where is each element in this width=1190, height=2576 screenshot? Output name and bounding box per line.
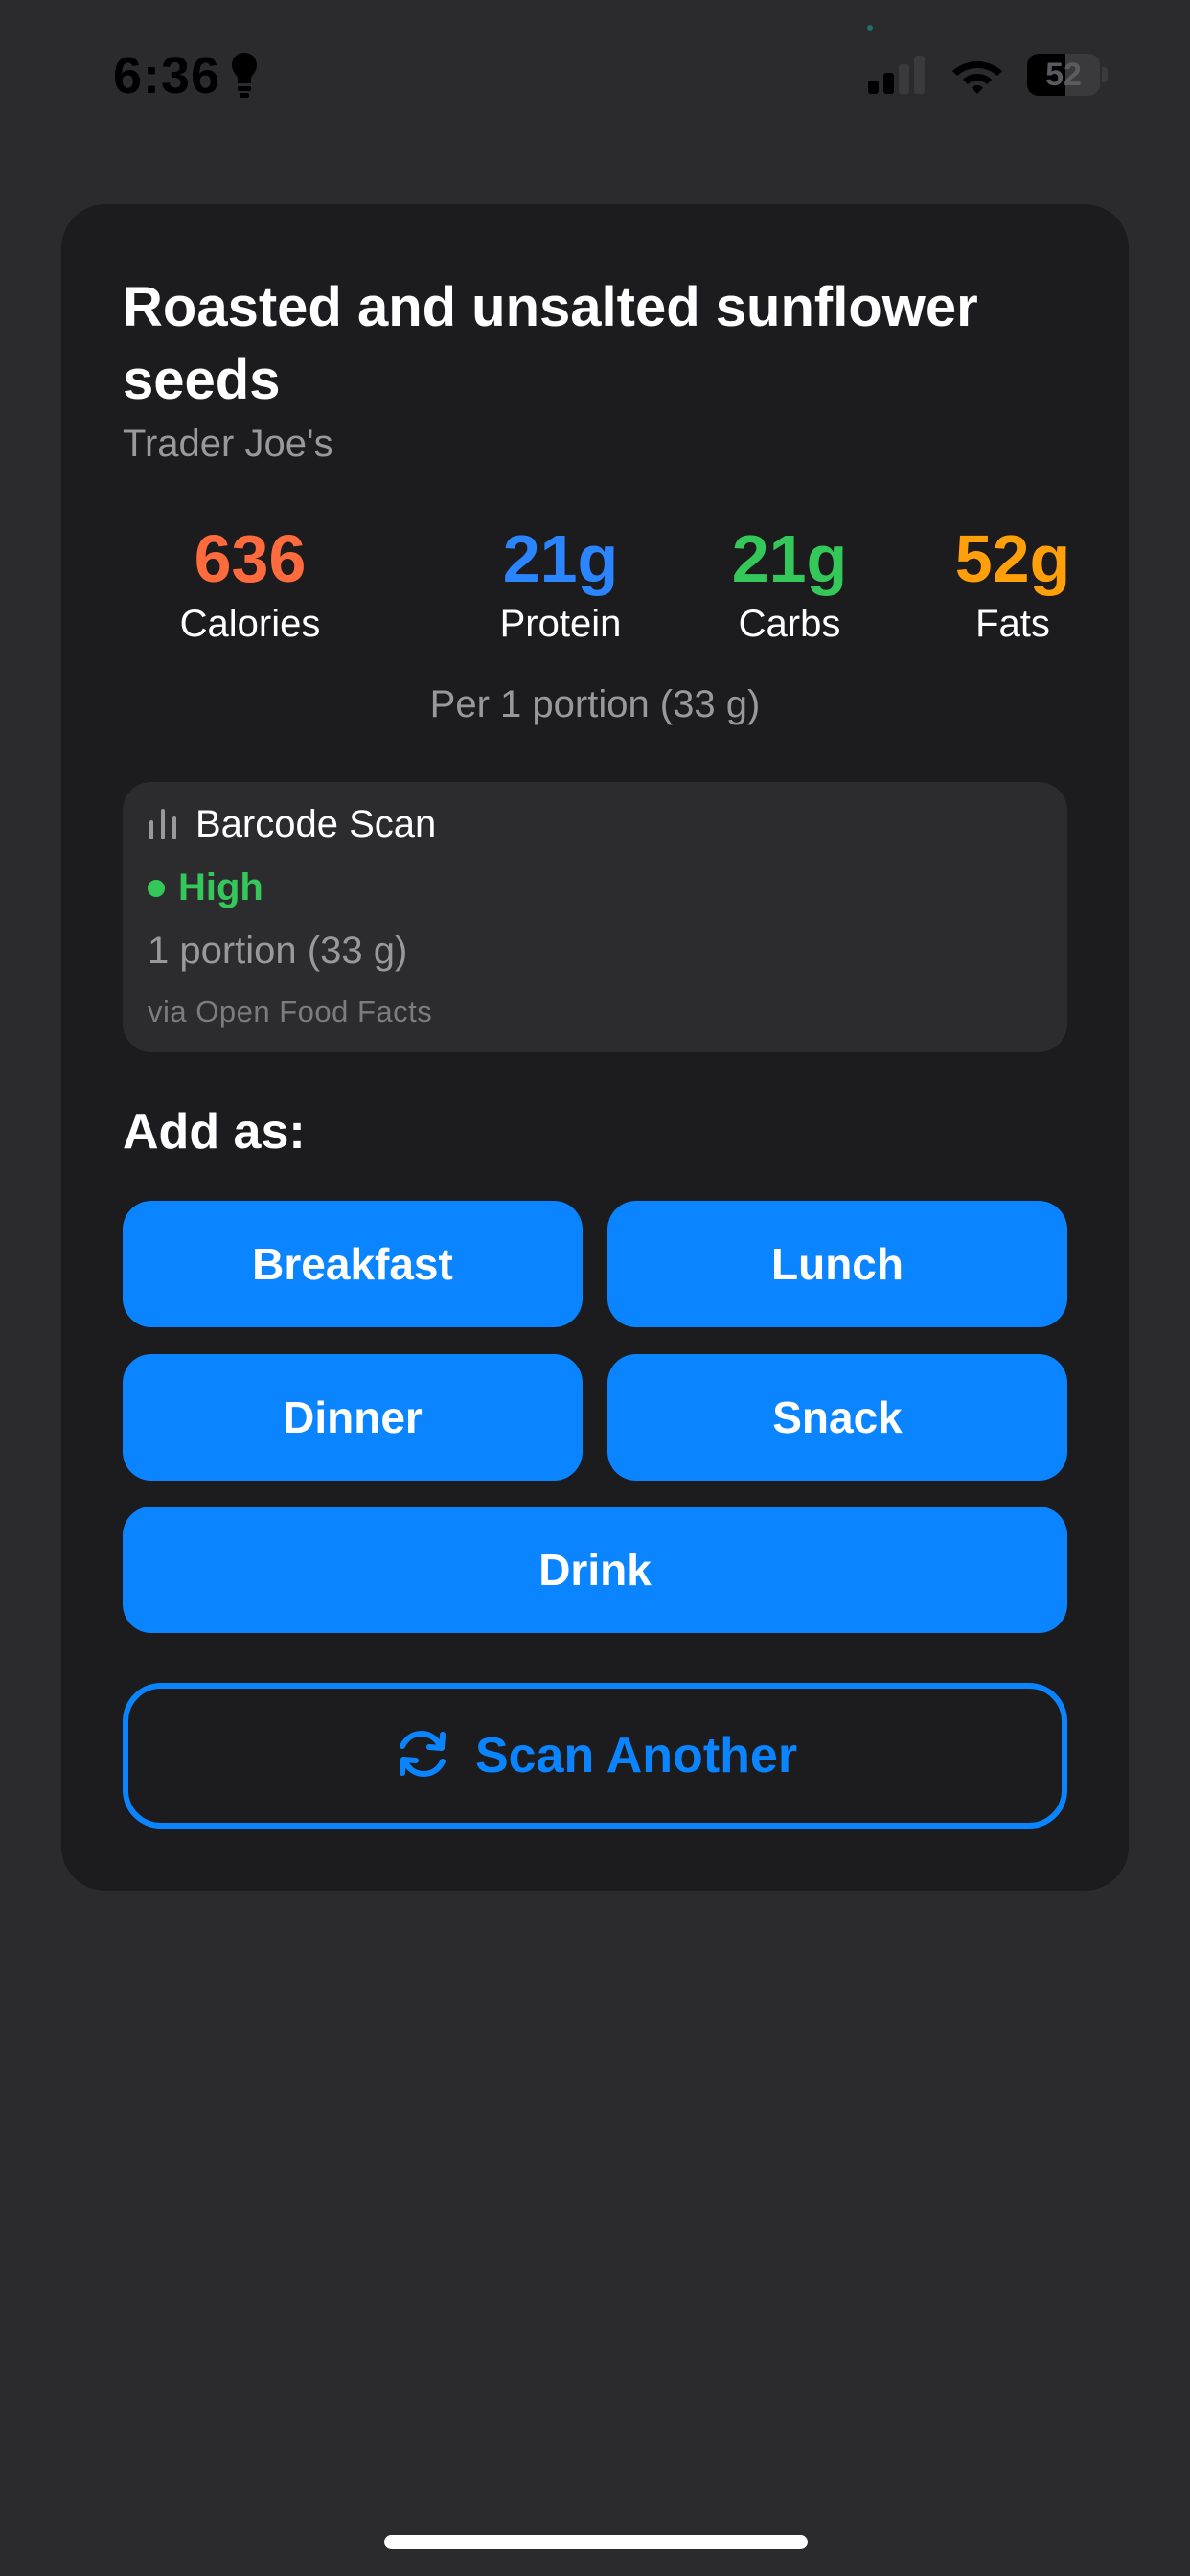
macro-protein-value: 21g — [502, 521, 619, 596]
status-icons: 52 — [868, 54, 1108, 96]
macro-fats-label: Fats — [975, 603, 1050, 645]
battery-cap — [1102, 67, 1108, 82]
status-time-text: 6:36 — [113, 47, 221, 104]
add-as-heading: Add as: — [123, 1104, 306, 1160]
macro-protein-label: Protein — [499, 603, 622, 645]
macro-carbs: 21g Carbs — [732, 520, 848, 651]
food-title: Roasted and unsalted sunflower seeds — [123, 276, 978, 411]
macro-protein: 21g Protein — [500, 520, 622, 651]
scan-portion: 1 portion (33 g) — [148, 930, 408, 972]
food-brand: Trader Joe's — [123, 423, 333, 465]
home-indicator[interactable] — [384, 2535, 808, 2549]
battery-level: 52 — [1045, 57, 1082, 93]
macro-carbs-label: Carbs — [738, 603, 841, 645]
macro-fats: 52g Fats — [955, 520, 1071, 651]
status-bar: 6:36 52 — [0, 0, 1190, 153]
macro-carbs-value: 21g — [731, 521, 848, 596]
status-time: 6:36 — [113, 46, 259, 105]
scan-method-label: Barcode Scan — [195, 803, 437, 845]
add-snack-button[interactable]: Snack — [607, 1354, 1067, 1481]
refresh-icon — [393, 1727, 452, 1785]
confidence-row: High — [148, 866, 263, 909]
confidence-dot — [148, 879, 165, 897]
add-dinner-button[interactable]: Dinner — [123, 1354, 583, 1481]
battery-icon: 52 — [1027, 54, 1108, 96]
per-portion-note: Per 1 portion (33 g) — [429, 683, 761, 725]
scan-method-row: Barcode Scan — [148, 803, 436, 846]
macro-fats-value: 52g — [954, 521, 1071, 596]
camera-indicator-dot — [867, 25, 873, 31]
macro-summary: 636 Calories 21g Protein 21g Carbs 52g F… — [123, 520, 1071, 655]
scan-info-panel: Barcode Scan High 1 portion (33 g) via O… — [123, 782, 1067, 1052]
chart-bars-icon — [148, 805, 178, 844]
food-result-card: Roasted and unsalted sunflower seeds Tra… — [61, 204, 1129, 1891]
macro-calories-label: Calories — [179, 603, 321, 645]
cellular-signal-icon — [868, 56, 927, 94]
add-breakfast-button[interactable]: Breakfast — [123, 1201, 583, 1327]
add-drink-button[interactable]: Drink — [123, 1506, 1067, 1633]
macro-calories-value: 636 — [194, 521, 307, 596]
lightbulb-icon — [230, 51, 259, 101]
add-lunch-button[interactable]: Lunch — [607, 1201, 1067, 1327]
scan-another-button[interactable]: Scan Another — [123, 1683, 1067, 1828]
scan-another-label: Scan Another — [474, 1728, 798, 1783]
macro-calories: 636 Calories — [180, 520, 321, 651]
scan-source: via Open Food Facts — [148, 995, 433, 1028]
confidence-label: High — [178, 866, 263, 908]
wifi-icon — [950, 56, 1004, 94]
